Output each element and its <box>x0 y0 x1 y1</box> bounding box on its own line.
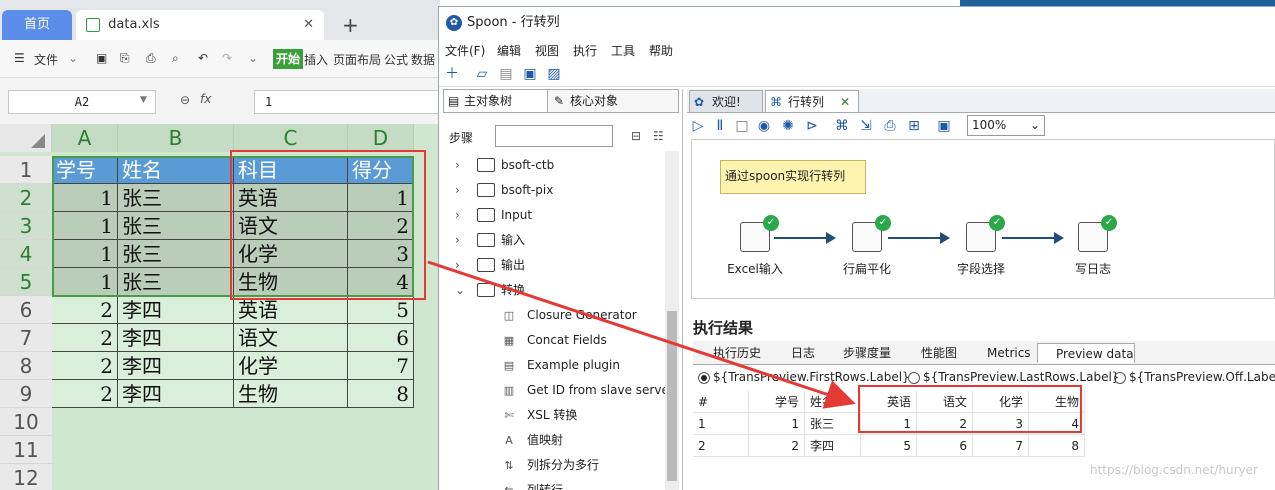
desktop-bar <box>960 0 1275 6</box>
watermark: https://blog.csdn.net/huryer <box>1090 463 1258 477</box>
annotation-arrow <box>427 260 856 409</box>
